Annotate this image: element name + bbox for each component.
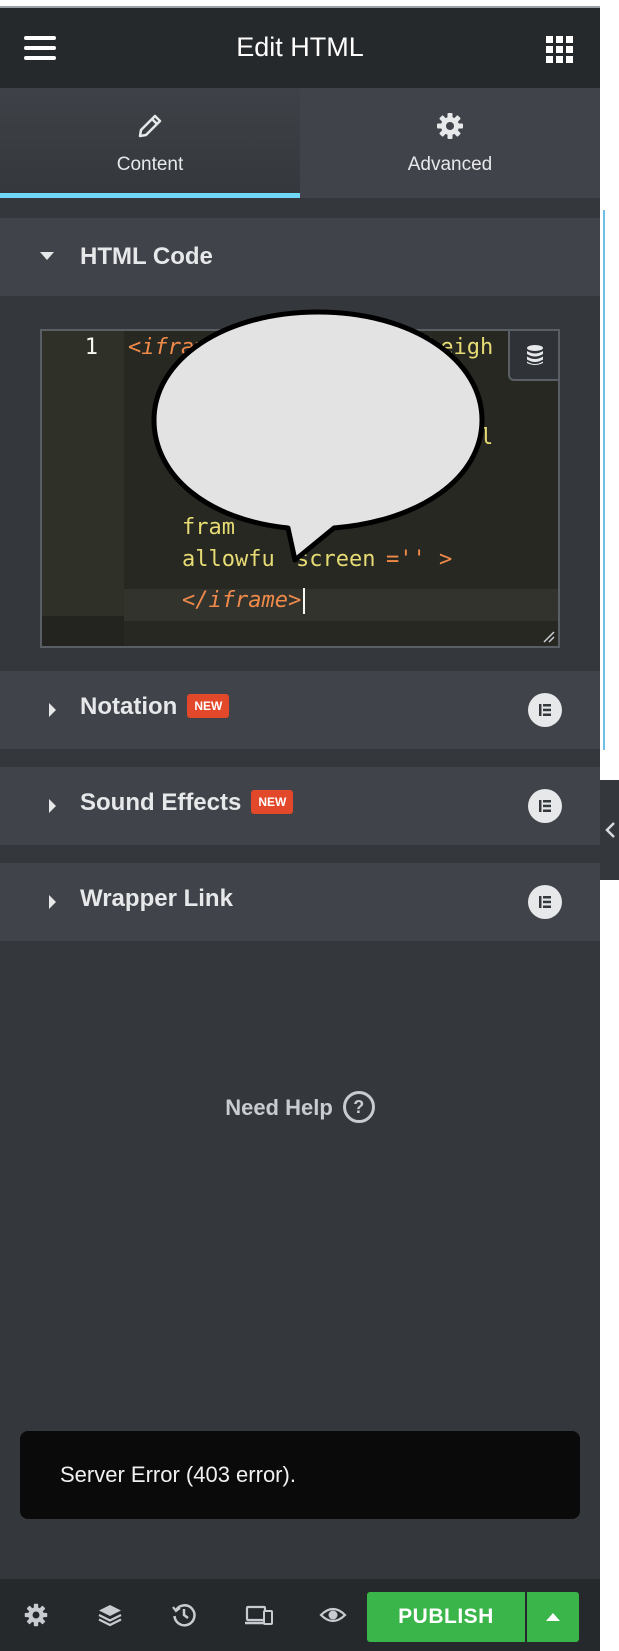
need-help-label: Need Help	[225, 1094, 333, 1120]
section-sound-effects[interactable]: Sound Effects NEW	[0, 767, 600, 845]
elementor-e-icon	[528, 885, 562, 919]
section-wrapper-link-title: Wrapper Link	[80, 885, 233, 912]
section-html-code[interactable]: HTML Code	[0, 218, 600, 296]
code-gutter: 1	[42, 331, 124, 646]
text-cursor	[303, 588, 306, 614]
gear-icon	[437, 113, 463, 139]
tab-advanced-label: Advanced	[407, 154, 493, 175]
question-icon: ?	[342, 1091, 375, 1123]
line-number: 1	[84, 335, 98, 360]
elementor-e-icon	[528, 789, 562, 823]
layers-icon[interactable]	[96, 1601, 124, 1629]
editor-panel: Edit HTML Content Advanced HTML Code 1 <…	[0, 8, 600, 1651]
publish-button[interactable]: PUBLISH	[367, 1592, 525, 1642]
section-wrapper-link[interactable]: Wrapper Link	[0, 863, 600, 941]
caret-right-icon	[49, 895, 56, 909]
error-toast: Server Error (403 error).	[20, 1431, 580, 1519]
new-badge: NEW	[251, 789, 294, 814]
tab-advanced[interactable]: Advanced	[300, 88, 600, 198]
section-html-code-title: HTML Code	[80, 243, 213, 270]
tab-content[interactable]: Content	[0, 88, 300, 198]
new-badge: NEW	[187, 693, 230, 718]
settings-icon[interactable]	[22, 1601, 50, 1629]
pencil-icon	[138, 114, 162, 138]
caret-down-icon	[40, 252, 54, 260]
caret-up-icon	[546, 1613, 560, 1621]
panel-title: Edit HTML	[236, 32, 364, 62]
resize-handle-icon[interactable]	[542, 630, 556, 644]
section-notation[interactable]: Notation NEW	[0, 671, 600, 749]
section-sound-effects-title: Sound Effects NEW	[80, 789, 294, 817]
need-help-link[interactable]: Need Help?	[0, 1091, 600, 1125]
panel-header: Edit HTML	[0, 8, 600, 88]
panel-tabs: Content Advanced	[0, 88, 600, 198]
responsive-icon[interactable]	[245, 1601, 273, 1629]
section-notation-title: Notation NEW	[80, 693, 230, 721]
chevron-left-icon	[604, 822, 615, 838]
caret-right-icon	[49, 703, 56, 717]
elementor-e-icon	[528, 693, 562, 727]
code-line-6: </iframe>	[182, 588, 306, 614]
top-strip	[0, 0, 619, 8]
error-toast-message: Server Error (403 error).	[60, 1462, 296, 1487]
history-icon[interactable]	[170, 1601, 198, 1629]
caret-right-icon	[49, 799, 56, 813]
database-icon	[527, 345, 543, 365]
speech-bubble-overlay	[151, 309, 485, 563]
dynamic-tags-button[interactable]	[508, 331, 558, 381]
collapse-panel-button[interactable]	[600, 780, 619, 880]
publish-options-button[interactable]	[527, 1592, 579, 1642]
grid-icon[interactable]	[546, 36, 573, 63]
preview-eye-icon[interactable]	[319, 1601, 347, 1629]
canvas-highlight-line	[603, 210, 605, 750]
panel-footer: PUBLISH	[0, 1579, 600, 1651]
tab-content-label: Content	[116, 154, 184, 175]
